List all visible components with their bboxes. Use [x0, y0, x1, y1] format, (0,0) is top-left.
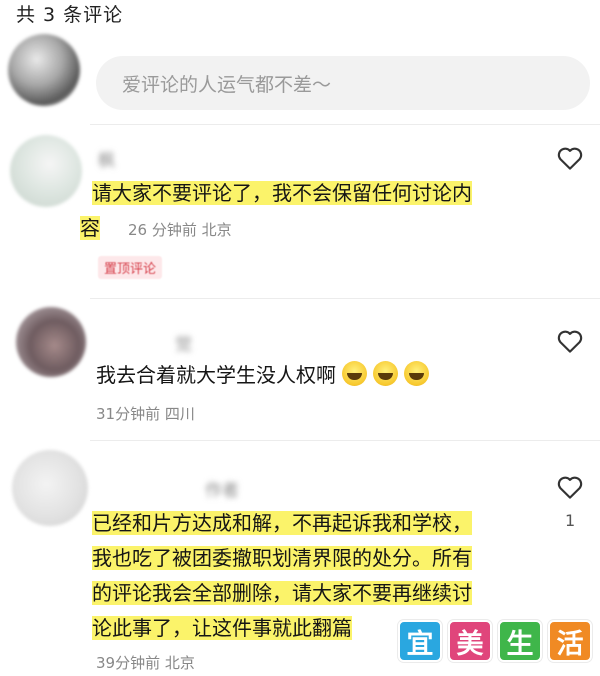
- comment-text-line: 我也吃了被团委撤职划清界限的处分。所有: [92, 546, 472, 570]
- comment-text-line: 论此事了，让这件事就此翻篇: [92, 616, 352, 640]
- comment-input[interactable]: 爱评论的人运气都不差～: [96, 56, 590, 110]
- author-name[interactable]: 作者: [205, 476, 239, 501]
- comment-text: 已经和片方达成和解，不再起诉我和学校，: [92, 506, 472, 541]
- comment-count-title: 共 3 条评论: [16, 4, 124, 26]
- avatar[interactable]: [12, 450, 88, 526]
- watermark-char: 宜: [398, 620, 442, 662]
- comment-text: 请大家不要评论了，我不会保留任何讨论内: [92, 176, 472, 211]
- comment-meta: 26 分钟前 北京: [128, 221, 232, 239]
- comment-meta: 39分钟前 北京: [96, 654, 195, 672]
- comment-text: 容: [80, 211, 100, 246]
- like-count: 1: [565, 511, 576, 530]
- current-user-avatar: [8, 34, 80, 106]
- comment-text-line: 的评论我会全部删除，请大家不要再继续讨: [92, 581, 472, 605]
- grin-sweat-emoji-icon: [342, 361, 367, 386]
- pinned-badge: 置顶评论: [98, 256, 163, 279]
- avatar[interactable]: [16, 307, 86, 377]
- grin-sweat-emoji-icon: [373, 361, 398, 386]
- watermark-char: 美: [448, 620, 492, 662]
- comment-text: 我也吃了被团委撤职划清界限的处分。所有: [92, 541, 472, 576]
- watermark-logo: 宜 美 生 活: [398, 620, 592, 662]
- divider: [90, 124, 600, 125]
- comment-text: 论此事了，让这件事就此翻篇: [92, 611, 352, 646]
- author-name[interactable]: 觉: [175, 330, 192, 355]
- comment-meta: 31分钟前 四川: [96, 405, 195, 423]
- comment-text-line: 已经和片方达成和解，不再起诉我和学校，: [92, 511, 472, 535]
- grin-sweat-emoji-icon: [404, 361, 429, 386]
- like-heart-icon[interactable]: [555, 326, 585, 356]
- comment-text-line: 容: [80, 216, 100, 240]
- watermark-char: 生: [498, 620, 542, 662]
- comment-text: 的评论我会全部删除，请大家不要再继续讨: [92, 576, 472, 611]
- divider: [90, 298, 600, 299]
- watermark-char: 活: [548, 620, 592, 662]
- like-heart-icon[interactable]: [555, 143, 585, 173]
- author-name[interactable]: 枫: [98, 146, 115, 171]
- divider: [90, 440, 600, 441]
- avatar[interactable]: [10, 135, 82, 207]
- comment-text-line: 请大家不要评论了，我不会保留任何讨论内: [92, 181, 472, 205]
- comment-input-placeholder: 爱评论的人运气都不差～: [122, 73, 332, 96]
- comment-text-line: 我去合着就大学生没人权啊: [96, 363, 336, 387]
- comment-text: 我去合着就大学生没人权啊: [96, 358, 429, 393]
- like-heart-icon[interactable]: [555, 472, 585, 502]
